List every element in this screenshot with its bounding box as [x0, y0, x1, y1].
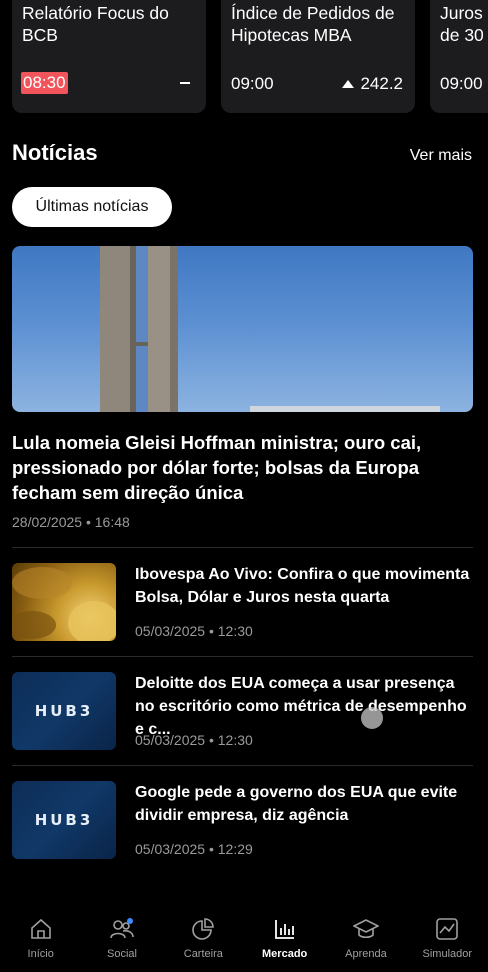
see-more-link[interactable]: Ver mais	[410, 147, 472, 165]
people-icon	[109, 916, 135, 942]
building-towers-image	[100, 246, 440, 412]
news-list-item[interactable]: Ibovespa Ao Vivo: Confira o que moviment…	[12, 563, 474, 643]
section-title: Notícias	[12, 140, 98, 165]
event-time-live: 08:30	[21, 72, 68, 94]
news-list-item[interactable]: HUB3 Deloitte dos EUA começa a usar pres…	[12, 672, 474, 752]
bar-chart-icon	[272, 916, 298, 942]
graduation-cap-icon	[352, 916, 379, 942]
nav-label: Início	[27, 948, 54, 960]
news-title: Google pede a governo dos EUA que evite …	[135, 784, 458, 824]
featured-news-headline[interactable]: Lula nomeia Gleisi Hoffman ministra; our…	[12, 430, 474, 505]
nav-label: Aprenda	[345, 948, 387, 960]
event-card[interactable]: Índice de Pedidos de Hipotecas MBA 09:00…	[221, 0, 415, 113]
news-date: 05/03/2025 • 12:30	[135, 623, 253, 639]
nav-item-social[interactable]: Social	[81, 906, 162, 972]
event-card[interactable]: Relatório Focus do BCB 08:30	[12, 0, 206, 113]
nav-label: Carteira	[183, 948, 223, 960]
hub3-logo: HUB3	[34, 811, 94, 829]
event-value: 242.2	[342, 74, 403, 94]
news-title: Ibovespa Ao Vivo: Confira o que moviment…	[135, 566, 470, 606]
news-thumbnail: HUB3	[12, 781, 116, 859]
up-arrow-icon	[342, 80, 355, 88]
gold-coins-image	[12, 567, 116, 641]
nav-item-aprenda[interactable]: Aprenda	[325, 906, 406, 972]
featured-news-date: 28/02/2025 • 16:48	[12, 514, 130, 530]
event-time: 09:00	[231, 74, 274, 93]
event-title: Juros de 30	[440, 3, 484, 45]
filter-chip-latest-news[interactable]: Últimas notícias	[12, 187, 172, 227]
nav-label: Social	[107, 948, 137, 960]
news-thumbnail	[12, 563, 116, 641]
nav-label: Mercado	[262, 948, 308, 960]
home-icon	[28, 916, 54, 942]
news-title: Deloitte dos EUA começa a usar presença …	[135, 675, 467, 738]
nav-item-inicio[interactable]: Início	[0, 906, 81, 972]
news-date: 05/03/2025 • 12:29	[135, 841, 253, 857]
event-value-number: 242.2	[360, 74, 403, 93]
touch-indicator	[361, 707, 383, 729]
event-time: 09:00	[440, 74, 483, 93]
news-thumbnail: HUB3	[12, 672, 116, 750]
nav-label: Simulador	[422, 948, 473, 960]
event-title: Índice de Pedidos de Hipotecas MBA	[231, 3, 395, 45]
nav-item-mercado[interactable]: Mercado	[244, 906, 325, 972]
news-list-item[interactable]: HUB3 Google pede a governo dos EUA que e…	[12, 781, 474, 861]
news-date: 05/03/2025 • 12:30	[135, 732, 253, 748]
line-chart-icon	[434, 916, 460, 942]
news-section-header: Notícias Ver mais	[12, 140, 472, 170]
event-card[interactable]: Juros de 30 09:00	[430, 0, 488, 113]
nav-item-simulador[interactable]: Simulador	[407, 906, 488, 972]
divider	[12, 656, 473, 657]
event-title: Relatório Focus do BCB	[22, 3, 169, 45]
event-value-empty	[180, 82, 190, 84]
pie-chart-icon	[190, 916, 216, 942]
economic-events-carousel[interactable]: Relatório Focus do BCB 08:30 Índice de P…	[0, 0, 488, 114]
bottom-navigation: Início Social Carteira Mercado Aprenda S…	[0, 906, 488, 972]
divider	[12, 765, 473, 766]
nav-item-carteira[interactable]: Carteira	[163, 906, 244, 972]
divider	[12, 547, 473, 548]
featured-news-image[interactable]	[12, 246, 473, 412]
hub3-logo: HUB3	[34, 702, 94, 720]
